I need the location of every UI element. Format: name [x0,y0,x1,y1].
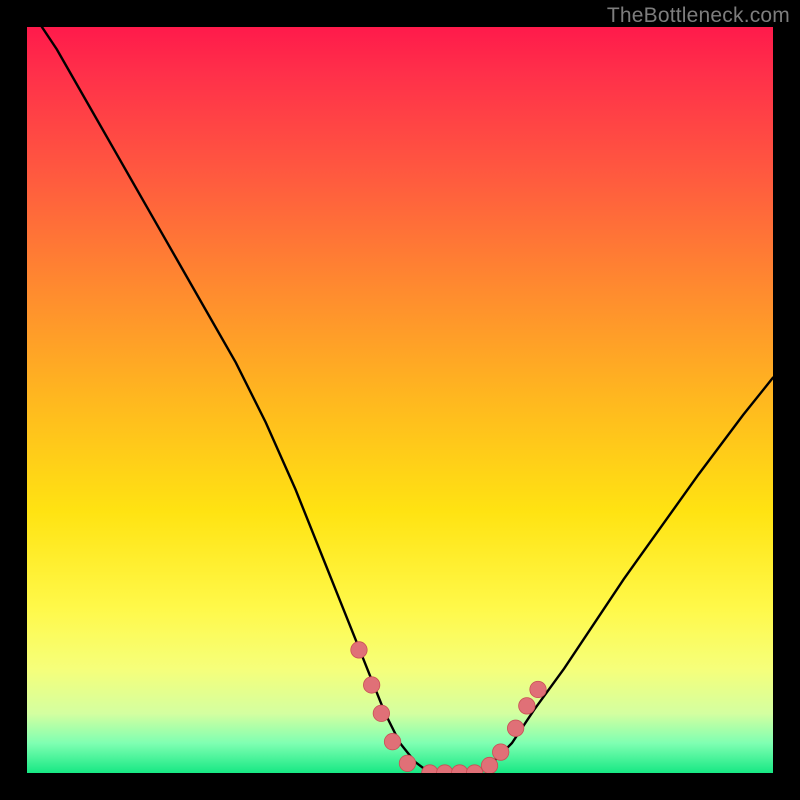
watermark-text: TheBottleneck.com [607,4,790,28]
plot-gradient-background [27,27,773,773]
chart-frame: TheBottleneck.com [0,0,800,800]
